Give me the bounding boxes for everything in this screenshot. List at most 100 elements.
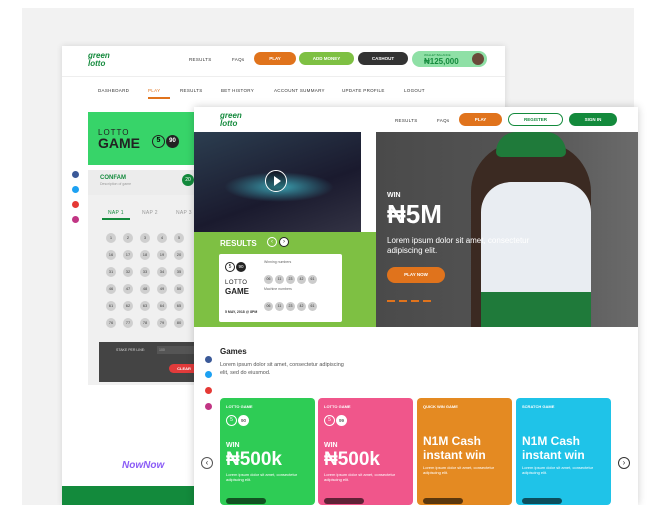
number-ball[interactable]: 5 bbox=[174, 233, 184, 243]
number-ball[interactable]: 79 bbox=[157, 318, 167, 328]
number-ball[interactable]: 78 bbox=[140, 318, 150, 328]
avatar[interactable] bbox=[472, 53, 484, 65]
results-next-icon[interactable]: › bbox=[279, 237, 289, 247]
front-twitter-icon[interactable] bbox=[205, 371, 212, 378]
lotto-num-5: 5 bbox=[152, 135, 165, 148]
twitter-icon[interactable] bbox=[72, 186, 79, 193]
subnav-update-profile[interactable]: UPDATE PROFILE bbox=[342, 88, 385, 93]
games-prev-icon[interactable]: ‹ bbox=[201, 457, 213, 469]
subnav-bet-history[interactable]: BET HISTORY bbox=[221, 88, 254, 93]
result-ball: 23 bbox=[286, 302, 295, 311]
hero-carousel-dots[interactable] bbox=[387, 300, 435, 302]
number-ball[interactable]: 16 bbox=[106, 250, 116, 260]
number-ball[interactable]: 31 bbox=[106, 267, 116, 277]
number-ball[interactable]: 3 bbox=[140, 233, 150, 243]
wallet-pill[interactable]: WALLET BALANCE ₦125,000 bbox=[412, 51, 487, 67]
tab-nap2[interactable]: NAP 2 bbox=[142, 210, 158, 216]
number-ball[interactable]: 34 bbox=[157, 267, 167, 277]
games-title: Games bbox=[220, 347, 247, 356]
subnav-account-summary[interactable]: ACCOUNT SUMMARY bbox=[274, 88, 325, 93]
number-ball[interactable]: 63 bbox=[140, 301, 150, 311]
game-card[interactable]: LOTTO GAME 5 99 WIN ₦500k Lorem ipsum dolor s… bbox=[318, 398, 413, 505]
subnav-results[interactable]: RESULTS bbox=[180, 88, 203, 93]
card-num: 5 bbox=[226, 415, 237, 426]
front-facebook-icon[interactable] bbox=[205, 356, 212, 363]
youtube-icon[interactable] bbox=[72, 201, 79, 208]
instagram-icon[interactable] bbox=[72, 216, 79, 223]
number-ball[interactable]: 49 bbox=[157, 284, 167, 294]
games-text: Lorem ipsum dolor sit amet, consectetur … bbox=[220, 362, 344, 376]
results-prev-icon[interactable]: ‹ bbox=[267, 237, 277, 247]
confam-header[interactable]: CONFAM Description of game 20 bbox=[88, 170, 194, 195]
video-thumbnail[interactable] bbox=[194, 132, 361, 232]
hero-play-now-button[interactable]: PLAY NOW bbox=[387, 267, 445, 283]
number-ball[interactable]: 18 bbox=[140, 250, 150, 260]
number-ball[interactable]: 2 bbox=[123, 233, 133, 243]
number-ball[interactable]: 20 bbox=[174, 250, 184, 260]
card-tag: SCRATCH GAME bbox=[522, 404, 555, 409]
results-num-5: 5 bbox=[225, 262, 235, 272]
card-text: Lorem ipsum dolor sit amet, consectetur … bbox=[324, 472, 396, 482]
nownow-logo[interactable]: NowNow bbox=[122, 460, 164, 471]
number-ball[interactable]: 32 bbox=[123, 267, 133, 277]
tab-nap1[interactable]: NAP 1 bbox=[108, 210, 124, 216]
back-nav-results[interactable]: RESULTS bbox=[189, 57, 212, 62]
play-video-icon[interactable] bbox=[265, 170, 287, 192]
back-nav-faqs[interactable]: FAQs bbox=[232, 57, 244, 62]
result-ball: 11 bbox=[275, 302, 284, 311]
number-ball[interactable]: 62 bbox=[123, 301, 133, 311]
card-button[interactable] bbox=[423, 498, 463, 504]
game-card[interactable]: SCRATCH GAME N1M Cash instant win Lorem ip… bbox=[516, 398, 611, 505]
number-ball[interactable]: 17 bbox=[123, 250, 133, 260]
number-ball[interactable]: 80 bbox=[174, 318, 184, 328]
game-card[interactable]: LOTTO GAME 5 90 WIN ₦500k Lorem ipsum dolor s… bbox=[220, 398, 315, 505]
front-logo[interactable]: green lotto bbox=[220, 112, 242, 128]
cashout-button[interactable]: CASHOUT bbox=[358, 52, 408, 65]
front-play-button[interactable]: PLAY bbox=[459, 113, 502, 126]
number-ball[interactable]: 48 bbox=[140, 284, 150, 294]
number-ball[interactable]: 33 bbox=[140, 267, 150, 277]
front-instagram-icon[interactable] bbox=[205, 403, 212, 410]
results-title: RESULTS bbox=[220, 239, 257, 248]
number-ball[interactable]: 46 bbox=[106, 284, 116, 294]
front-youtube-icon[interactable] bbox=[205, 387, 212, 394]
lotto-game-banner[interactable]: LOTTO GAME 5 90 bbox=[88, 112, 194, 165]
number-ball[interactable]: 64 bbox=[157, 301, 167, 311]
front-nav-faqs[interactable]: FAQs bbox=[437, 118, 449, 123]
number-ball[interactable]: 61 bbox=[106, 301, 116, 311]
add-money-button[interactable]: ADD MONEY bbox=[299, 52, 354, 65]
number-ball[interactable]: 65 bbox=[174, 301, 184, 311]
card-button[interactable] bbox=[226, 498, 266, 504]
stake-input[interactable]: 100 bbox=[157, 346, 197, 354]
tab-nap3[interactable]: NAP 3 bbox=[176, 210, 192, 216]
facebook-icon[interactable] bbox=[72, 171, 79, 178]
hero-win-label: WIN bbox=[387, 192, 401, 199]
front-nav-results[interactable]: RESULTS bbox=[395, 118, 418, 123]
subnav-dashboard[interactable]: DASHBOARD bbox=[98, 88, 129, 93]
signin-button[interactable]: SIGN IN bbox=[569, 113, 617, 126]
number-ball[interactable]: 77 bbox=[123, 318, 133, 328]
subnav-logout[interactable]: LOGOUT bbox=[404, 88, 425, 93]
number-ball[interactable]: 50 bbox=[174, 284, 184, 294]
card-button[interactable] bbox=[324, 498, 364, 504]
front-screen: green lotto RESULTS FAQs PLAY REGISTER SI… bbox=[194, 107, 638, 505]
card-win: WIN bbox=[226, 442, 240, 449]
results-date: 5 MAY, 2018 @ 8PM bbox=[225, 310, 258, 314]
game-card[interactable]: QUICK WIN GAME N1M Cash instant win Lorem … bbox=[417, 398, 512, 505]
number-ball[interactable]: 4 bbox=[157, 233, 167, 243]
back-logo[interactable]: green lotto bbox=[88, 52, 110, 68]
number-ball[interactable]: 76 bbox=[106, 318, 116, 328]
card-button[interactable] bbox=[522, 498, 562, 504]
card-num: 99 bbox=[336, 415, 347, 426]
number-ball[interactable]: 19 bbox=[157, 250, 167, 260]
register-button[interactable]: REGISTER bbox=[508, 113, 563, 126]
hero-banner: WIN ₦5M Lorem ipsum dolor sit amet, cons… bbox=[376, 132, 638, 327]
back-play-button[interactable]: PLAY bbox=[254, 52, 296, 65]
result-ball: 61 bbox=[308, 275, 317, 284]
subnav-play[interactable]: PLAY bbox=[148, 88, 160, 93]
card-tag: QUICK WIN GAME bbox=[423, 404, 458, 409]
number-ball[interactable]: 1 bbox=[106, 233, 116, 243]
games-next-icon[interactable]: › bbox=[618, 457, 630, 469]
number-ball[interactable]: 47 bbox=[123, 284, 133, 294]
number-ball[interactable]: 35 bbox=[174, 267, 184, 277]
